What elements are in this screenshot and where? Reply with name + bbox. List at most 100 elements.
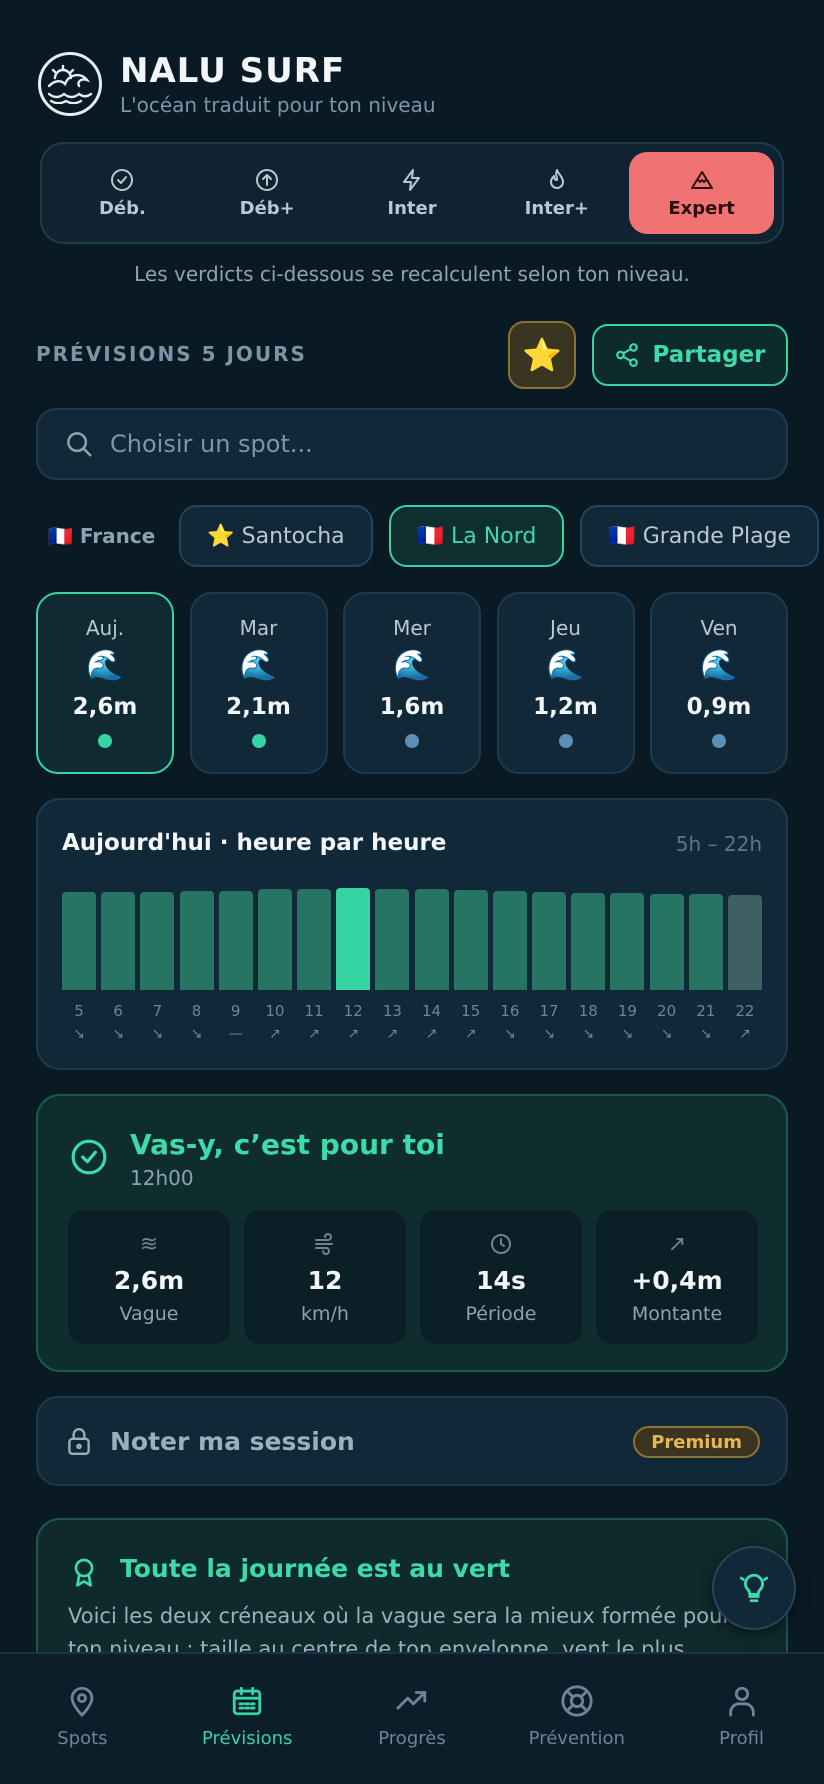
nav-label: Progrès (378, 1728, 446, 1749)
check-circle-icon (111, 168, 134, 191)
hour-column[interactable]: 9— (218, 880, 253, 1064)
brand: NALU SURF L'océan traduit pour ton nivea… (120, 51, 436, 117)
hour-bar (414, 889, 449, 990)
stat-label: Vague (119, 1303, 179, 1325)
level-deb-button[interactable]: Déb. (50, 152, 195, 234)
hour-column[interactable]: 15 ↗ (453, 880, 488, 1064)
spot-chips: 🇫🇷 France ⭐ Santocha 🇫🇷 La Nord 🇫🇷 Grand… (36, 504, 824, 568)
day-height: 1,6m (379, 694, 445, 720)
day-card-ven[interactable]: Ven 🌊 0,9m (650, 592, 788, 774)
hour-column[interactable]: 6 ↘ (101, 880, 136, 1064)
hour-bar (101, 892, 136, 990)
lightbulb-icon (739, 1573, 769, 1603)
hour-label: 5 (74, 1002, 84, 1020)
bottom-nav: Spots Prévisions Progrès Prévention Prof… (0, 1652, 824, 1784)
level-expert-button[interactable]: Expert (629, 152, 774, 234)
share-label: Partager (652, 342, 766, 368)
day-name: Mar (239, 616, 278, 640)
wind-direction-icon: — (228, 1026, 243, 1042)
arrow-up-right-icon: ↗ (667, 1232, 687, 1257)
hour-label: 16 (500, 1002, 520, 1020)
level-inter-plus-button[interactable]: Inter+ (484, 152, 629, 234)
hour-bar (727, 895, 762, 990)
hour-column[interactable]: 22 ↗ (727, 880, 762, 1064)
share-button[interactable]: Partager (592, 324, 788, 386)
verdict-stats: ≋ 2,6m Vague 12 km/h 14s Période ↗ +0,4m… (68, 1210, 758, 1344)
stat-value: 2,6m (113, 1266, 185, 1295)
chip-la-nord[interactable]: 🇫🇷 La Nord (388, 505, 565, 567)
bar-track (257, 880, 292, 990)
hour-column[interactable]: 21 ↘ (688, 880, 723, 1064)
chip-grande-plage[interactable]: 🇫🇷 Grande Plage (580, 505, 820, 567)
chip-santocha[interactable]: ⭐ Santocha (179, 505, 373, 567)
day-card-mer[interactable]: Mer 🌊 1,6m (343, 592, 481, 774)
hour-bar (375, 889, 410, 990)
wave-lines-icon: ≋ (139, 1232, 159, 1257)
bar-track (101, 880, 136, 990)
hour-column[interactable]: 13 ↗ (375, 880, 410, 1064)
hour-label: 13 (382, 1002, 402, 1020)
app-subtitle: L'océan traduit pour ton niveau (120, 93, 436, 117)
hour-label: 10 (265, 1002, 285, 1020)
app-screen: NALU SURF L'océan traduit pour ton nivea… (0, 0, 824, 1784)
day-card-mar[interactable]: Mar 🌊 2,1m (189, 592, 328, 774)
hour-column[interactable]: 17 ↘ (532, 880, 567, 1064)
hour-column[interactable]: 18 ↘ (571, 880, 606, 1064)
wind-direction-icon: ↘ (151, 1026, 164, 1042)
nav-spots[interactable]: Spots (0, 1654, 165, 1784)
hour-column[interactable]: 20 ↘ (649, 880, 684, 1064)
hour-column[interactable]: 10 ↗ (257, 880, 292, 1064)
nav-previsions[interactable]: Prévisions (165, 1654, 330, 1784)
hour-column[interactable]: 11 ↗ (297, 880, 332, 1064)
day-card-today[interactable]: Auj. 🌊 2,6m (36, 592, 174, 774)
hour-label: 17 (539, 1002, 559, 1020)
day-height: 0,9m (686, 694, 752, 720)
hour-column[interactable]: 16 ↘ (492, 880, 527, 1064)
favorite-button[interactable]: ⭐ (508, 321, 576, 389)
wave-icon: 🌊 (546, 648, 585, 683)
lightning-icon (402, 168, 420, 191)
hour-column[interactable]: 8 ↘ (179, 880, 214, 1064)
day-height: 1,2m (533, 694, 598, 720)
hour-bar (453, 890, 488, 990)
level-label: Inter (387, 197, 437, 219)
hour-label: 22 (735, 1002, 755, 1020)
stat-period: 14s Période (420, 1210, 582, 1344)
hour-column[interactable]: 19 ↘ (610, 880, 645, 1064)
hour-bar (492, 891, 527, 990)
level-inter-button[interactable]: Inter (340, 152, 485, 234)
hour-column[interactable]: 7 ↘ (140, 880, 175, 1064)
hour-column[interactable]: 5 ↘ (62, 880, 96, 1064)
mountain-icon (690, 170, 713, 189)
search-icon (67, 432, 92, 457)
nav-progres[interactable]: Progrès (330, 1654, 495, 1784)
country-label[interactable]: 🇫🇷 France (48, 524, 155, 548)
wind-direction-icon: ↗ (464, 1026, 477, 1042)
nav-prevention[interactable]: Prévention (494, 1654, 659, 1784)
status-dot (98, 734, 112, 748)
hour-column[interactable]: 14 ↗ (414, 880, 449, 1064)
user-icon (728, 1686, 755, 1717)
hour-bar (336, 888, 371, 990)
nav-profil[interactable]: Profil (659, 1654, 824, 1784)
search-input[interactable] (110, 430, 750, 458)
level-deb-plus-button[interactable]: Déb+ (195, 152, 340, 234)
hour-column[interactable]: 12 ↗ (336, 880, 371, 1064)
hour-label: 14 (422, 1002, 442, 1020)
tips-fab-button[interactable] (712, 1546, 796, 1630)
day-height: 2,1m (226, 694, 291, 720)
day-card-jeu[interactable]: Jeu 🌊 1,2m (496, 592, 635, 774)
bar-track (140, 880, 175, 990)
wind-direction-icon: ↘ (504, 1026, 516, 1042)
clock-icon (491, 1234, 511, 1254)
status-dot (405, 734, 419, 748)
stat-tide: ↗ +0,4m Montante (596, 1210, 758, 1344)
hourly-title: Aujourd'hui · heure par heure (62, 830, 447, 856)
rate-session-button[interactable]: Noter ma session Premium (36, 1396, 788, 1486)
hour-label: 15 (461, 1002, 481, 1020)
app-header: NALU SURF L'océan traduit pour ton nivea… (38, 44, 778, 124)
wave-icon: 🌊 (86, 648, 124, 683)
hour-bar (257, 889, 292, 990)
wind-icon (315, 1233, 333, 1255)
stat-label: Période (465, 1303, 537, 1325)
